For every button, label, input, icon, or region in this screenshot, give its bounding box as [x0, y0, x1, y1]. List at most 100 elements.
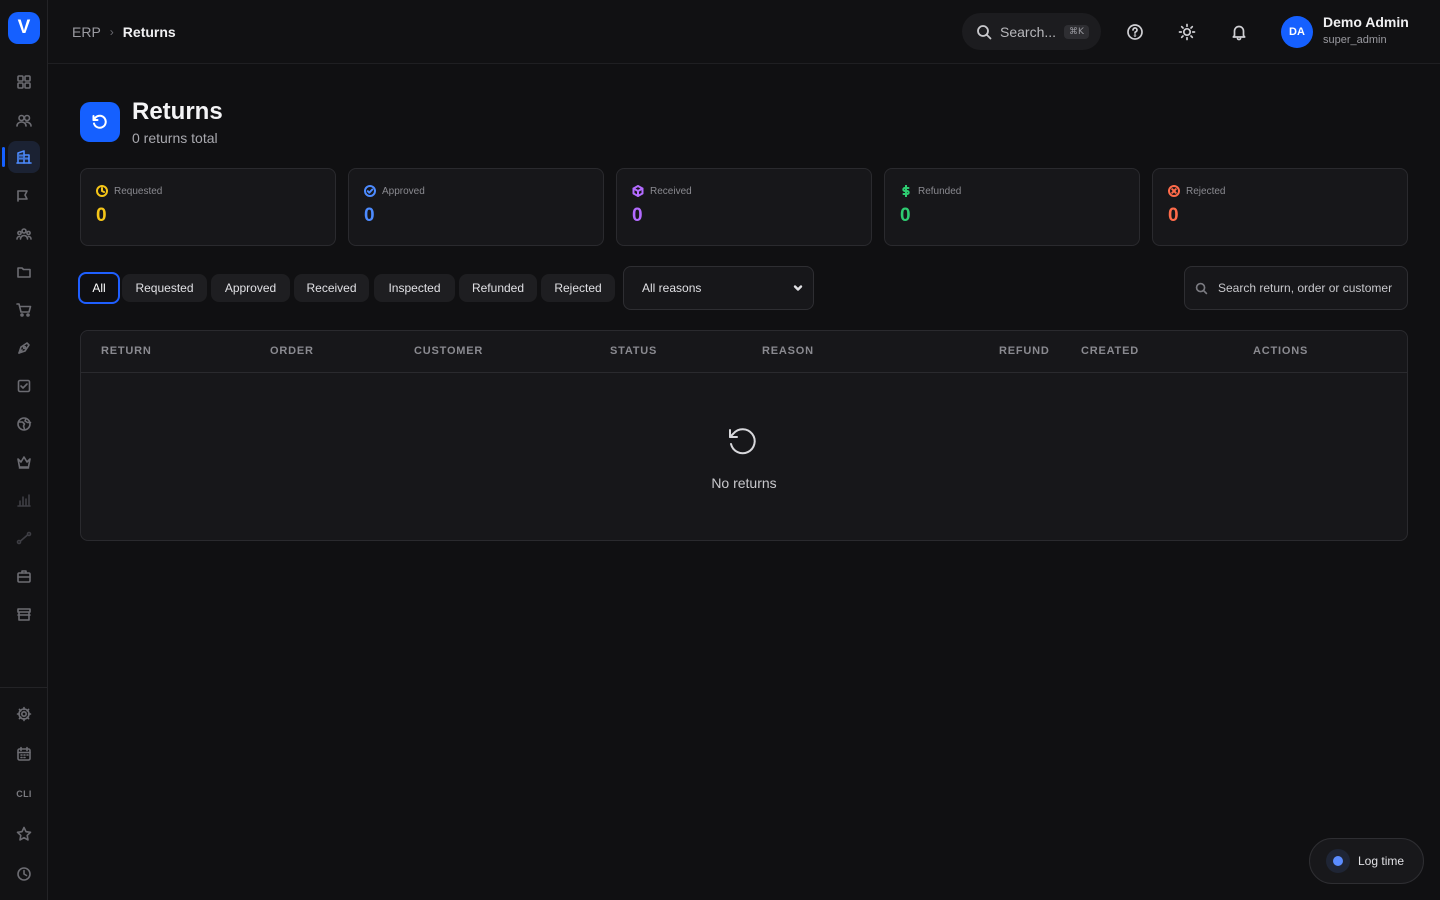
- column-header-order[interactable]: Order: [270, 345, 314, 357]
- sidebar-item-web[interactable]: [8, 408, 40, 440]
- stat-label: Approved: [382, 185, 425, 197]
- active-indicator: [2, 147, 5, 167]
- returns-search-input[interactable]: [1218, 281, 1398, 295]
- sun-icon: [1178, 23, 1196, 41]
- settings-icon: [16, 706, 32, 722]
- returns-search-field[interactable]: [1184, 266, 1408, 310]
- stat-label: Refunded: [918, 185, 962, 197]
- stat-value: 0: [900, 205, 911, 226]
- contacts-icon: [16, 114, 32, 127]
- breadcrumb-current: Returns: [122, 24, 176, 40]
- sidebar-item-workflows[interactable]: [8, 522, 40, 554]
- filter-tab-requested[interactable]: Requested: [122, 274, 207, 302]
- sidebar-item-loyalty[interactable]: [8, 446, 40, 478]
- notifications-button[interactable]: [1227, 20, 1251, 44]
- stat-card-approved: Approved 0: [348, 168, 604, 246]
- sidebar-item-settings[interactable]: [8, 698, 40, 730]
- calendar-icon: [17, 746, 31, 761]
- team-icon: [16, 228, 32, 240]
- sidebar-item-marketing[interactable]: [8, 180, 40, 212]
- store-icon: [17, 608, 31, 621]
- sidebar-item-calendar[interactable]: [8, 738, 40, 770]
- stat-value: 0: [1168, 205, 1179, 226]
- star-icon: [16, 826, 32, 841]
- sidebar-divider: [0, 687, 48, 688]
- bar-chart-icon: [17, 494, 31, 507]
- column-header-created[interactable]: Created: [1081, 345, 1139, 357]
- filter-tab-approved[interactable]: Approved: [211, 274, 290, 302]
- filter-tab-all[interactable]: All: [78, 272, 120, 304]
- column-header-refund[interactable]: Refund: [999, 345, 1050, 357]
- stat-card-rejected: Rejected 0: [1152, 168, 1408, 246]
- sidebar-item-business[interactable]: [8, 560, 40, 592]
- column-header-status[interactable]: Status: [610, 345, 657, 357]
- log-time-button[interactable]: Log time: [1309, 838, 1424, 884]
- reason-select-value: All reasons: [642, 281, 702, 295]
- cli-icon: CLI: [16, 789, 32, 799]
- user-name[interactable]: Demo Admin: [1323, 14, 1409, 30]
- sidebar-item-tasks[interactable]: [8, 370, 40, 402]
- crown-icon: [17, 456, 31, 469]
- stat-card-received: Received 0: [616, 168, 872, 246]
- user-role: super_admin: [1323, 34, 1387, 46]
- folder-icon: [17, 267, 31, 278]
- filter-tab-inspected[interactable]: Inspected: [374, 274, 455, 302]
- building-icon: [16, 150, 32, 164]
- megaphone-icon: [17, 190, 28, 202]
- sidebar-item-store[interactable]: [8, 598, 40, 630]
- avatar[interactable]: DA: [1281, 16, 1313, 48]
- filter-tab-rejected[interactable]: Rejected: [541, 274, 615, 302]
- help-button[interactable]: [1123, 20, 1147, 44]
- page-title: Returns: [132, 98, 223, 125]
- sidebar-item-history[interactable]: [8, 858, 40, 890]
- pen-icon: [18, 342, 30, 354]
- sidebar-item-analytics[interactable]: [8, 484, 40, 516]
- chevron-down-icon: [793, 285, 803, 291]
- sidebar-item-team[interactable]: [8, 218, 40, 250]
- chevron-right-icon: ›: [109, 25, 114, 39]
- sidebar-item-content[interactable]: [8, 332, 40, 364]
- package-icon: [632, 185, 644, 197]
- reason-select[interactable]: All reasons: [623, 266, 814, 310]
- history-icon: [17, 867, 31, 881]
- returns-page-icon: [80, 102, 120, 142]
- sidebar-item-commerce[interactable]: [8, 294, 40, 326]
- checkbox-icon: [17, 379, 31, 393]
- dashboard-grid-icon: [17, 75, 31, 89]
- clock-icon: [96, 185, 108, 197]
- filter-tab-refunded[interactable]: Refunded: [459, 274, 537, 302]
- filter-tab-received[interactable]: Received: [294, 274, 369, 302]
- stat-label: Received: [650, 185, 692, 197]
- sidebar-item-files[interactable]: [8, 256, 40, 288]
- sidebar-item-contacts[interactable]: [8, 104, 40, 136]
- sidebar-item-dashboard[interactable]: [8, 66, 40, 98]
- search-icon: [977, 24, 992, 39]
- log-time-label: Log time: [1358, 854, 1405, 868]
- check-circle-icon: [364, 185, 376, 197]
- app-logo[interactable]: V: [8, 12, 40, 44]
- empty-state-text: No returns: [711, 475, 777, 491]
- theme-toggle-button[interactable]: [1175, 20, 1199, 44]
- sidebar-item-erp[interactable]: [8, 141, 40, 173]
- returns-table: Return Order Customer Status Reason Refu…: [80, 330, 1408, 541]
- sidebar: V CLI: [0, 0, 48, 900]
- timer-icon: [1326, 849, 1350, 873]
- column-header-reason[interactable]: Reason: [762, 345, 814, 357]
- sidebar-item-favorites[interactable]: [8, 818, 40, 850]
- stat-card-refunded: Refunded 0: [884, 168, 1140, 246]
- stat-label: Requested: [114, 185, 163, 197]
- column-header-return[interactable]: Return: [101, 345, 152, 357]
- stat-label: Rejected: [1186, 185, 1226, 197]
- global-search-label: Search...: [1000, 23, 1057, 40]
- search-icon: [1195, 282, 1208, 294]
- workflow-icon: [16, 531, 32, 545]
- global-search-button[interactable]: Search... ⌘K: [962, 13, 1101, 50]
- cart-icon: [16, 303, 32, 317]
- x-circle-icon: [1168, 185, 1180, 197]
- briefcase-icon: [17, 570, 31, 583]
- breadcrumb: ERP › Returns: [72, 24, 176, 40]
- breadcrumb-root[interactable]: ERP: [72, 24, 101, 40]
- column-header-customer[interactable]: Customer: [414, 345, 483, 357]
- sidebar-item-cli[interactable]: CLI: [8, 778, 40, 810]
- column-header-actions: Actions: [1253, 345, 1309, 357]
